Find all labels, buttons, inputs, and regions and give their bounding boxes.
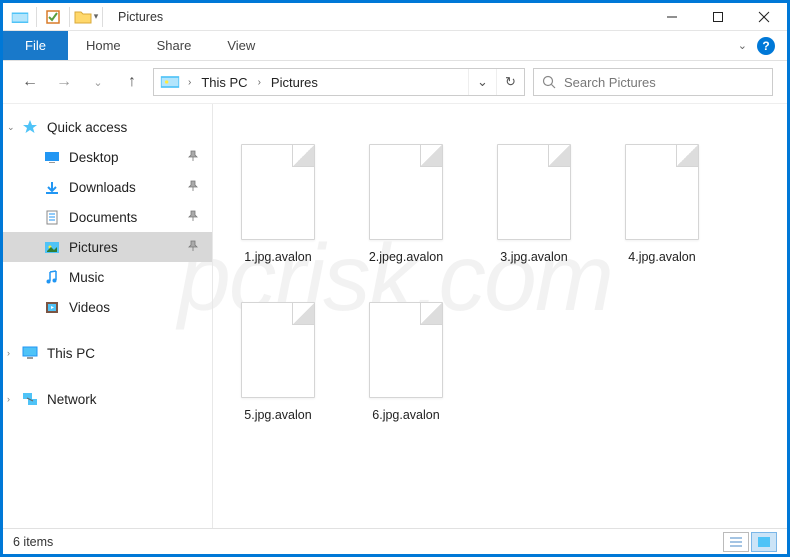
nav-recent-icon[interactable]: ⌄	[85, 69, 111, 95]
properties-icon[interactable]	[40, 4, 66, 30]
breadcrumb-this-pc[interactable]: This PC	[199, 75, 249, 90]
file-item[interactable]: 6.jpg.avalon	[349, 274, 463, 422]
file-name: 4.jpg.avalon	[628, 250, 695, 264]
app-icon[interactable]	[7, 4, 33, 30]
tab-view[interactable]: View	[209, 31, 273, 60]
file-name: 2.jpeg.avalon	[369, 250, 443, 264]
pictures-icon	[160, 74, 180, 90]
file-icon	[497, 144, 571, 240]
help-icon[interactable]: ?	[757, 37, 775, 55]
sidebar-item-pictures[interactable]: Pictures	[3, 232, 212, 262]
sidebar-item-label: Desktop	[69, 150, 119, 165]
pin-icon	[188, 150, 198, 165]
file-name: 5.jpg.avalon	[244, 408, 311, 422]
file-icon	[369, 302, 443, 398]
file-tab[interactable]: File	[3, 31, 68, 60]
close-button[interactable]	[741, 3, 787, 31]
file-icon	[625, 144, 699, 240]
address-box[interactable]: › This PC › Pictures ⌄ ↻	[153, 68, 525, 96]
sidebar-network[interactable]: › Network	[3, 384, 212, 414]
sidebar-this-pc[interactable]: › This PC	[3, 338, 212, 368]
search-icon	[542, 75, 556, 89]
quick-access-toolbar: ▾	[3, 4, 110, 30]
chevron-down-icon[interactable]: ⌄	[7, 122, 15, 133]
desktop-icon	[43, 149, 61, 165]
search-input[interactable]: Search Pictures	[533, 68, 773, 96]
item-count: 6 items	[13, 535, 53, 549]
network-icon	[21, 391, 39, 407]
chevron-right-icon[interactable]: ›	[7, 394, 10, 404]
refresh-icon[interactable]: ↻	[496, 69, 524, 95]
nav-forward-icon[interactable]: →	[51, 69, 77, 95]
file-item[interactable]: 4.jpg.avalon	[605, 116, 719, 264]
downloads-icon	[43, 179, 61, 195]
file-list[interactable]: 1.jpg.avalon 2.jpeg.avalon 3.jpg.avalon 4.j…	[213, 104, 787, 528]
sidebar-item-videos[interactable]: Videos	[3, 292, 212, 322]
pin-icon	[188, 210, 198, 225]
sidebar-item-desktop[interactable]: Desktop	[3, 142, 212, 172]
pc-icon	[21, 345, 39, 361]
chevron-right-icon[interactable]: ›	[7, 348, 10, 358]
pictures-icon	[43, 239, 61, 255]
nav-up-icon[interactable]: ↑	[119, 69, 145, 95]
maximize-button[interactable]	[695, 3, 741, 31]
navigation-pane: ⌄ Quick access Desktop Downloads Documents…	[3, 104, 213, 528]
file-item[interactable]: 2.jpeg.avalon	[349, 116, 463, 264]
sidebar-item-label: Downloads	[69, 180, 136, 195]
sidebar-item-label: Network	[47, 392, 97, 407]
sidebar-item-label: Videos	[69, 300, 110, 315]
window-title: Pictures	[118, 10, 163, 24]
file-item[interactable]: 3.jpg.avalon	[477, 116, 591, 264]
breadcrumb-pictures[interactable]: Pictures	[269, 75, 320, 90]
expand-ribbon-icon[interactable]: ⌄	[738, 39, 747, 52]
file-icon	[241, 302, 315, 398]
search-placeholder: Search Pictures	[564, 75, 656, 90]
sidebar-item-downloads[interactable]: Downloads	[3, 172, 212, 202]
minimize-button[interactable]	[649, 3, 695, 31]
chevron-right-icon[interactable]: ›	[184, 77, 195, 88]
address-bar: ← → ⌄ ↑ › This PC › Pictures ⌄ ↻ Search …	[3, 61, 787, 103]
file-name: 6.jpg.avalon	[372, 408, 439, 422]
videos-icon	[43, 299, 61, 315]
tab-home[interactable]: Home	[68, 31, 139, 60]
file-icon	[369, 144, 443, 240]
sidebar-quick-access[interactable]: ⌄ Quick access	[3, 112, 212, 142]
pin-icon	[188, 240, 198, 255]
nav-back-icon[interactable]: ←	[17, 69, 43, 95]
body: ⌄ Quick access Desktop Downloads Documents…	[3, 103, 787, 528]
sidebar-item-label: Pictures	[69, 240, 118, 255]
sidebar-item-label: This PC	[47, 346, 95, 361]
titlebar: ▾ Pictures	[3, 3, 787, 31]
sidebar-item-documents[interactable]: Documents	[3, 202, 212, 232]
icons-view-button[interactable]	[751, 532, 777, 552]
ribbon: File Home Share View ⌄ ?	[3, 31, 787, 61]
status-bar: 6 items	[3, 528, 787, 554]
file-name: 1.jpg.avalon	[244, 250, 311, 264]
sidebar-item-label: Music	[69, 270, 104, 285]
documents-icon	[43, 209, 61, 225]
sidebar-item-music[interactable]: Music	[3, 262, 212, 292]
file-item[interactable]: 5.jpg.avalon	[221, 274, 335, 422]
music-icon	[43, 269, 61, 285]
folder-icon[interactable]: ▾	[73, 4, 99, 30]
file-name: 3.jpg.avalon	[500, 250, 567, 264]
file-item[interactable]: 1.jpg.avalon	[221, 116, 335, 264]
window-controls	[649, 3, 787, 31]
file-icon	[241, 144, 315, 240]
sidebar-item-label: Quick access	[47, 120, 127, 135]
star-icon	[21, 119, 39, 135]
chevron-right-icon[interactable]: ›	[254, 77, 265, 88]
tab-share[interactable]: Share	[139, 31, 210, 60]
address-dropdown-icon[interactable]: ⌄	[468, 69, 496, 95]
pin-icon	[188, 180, 198, 195]
sidebar-item-label: Documents	[69, 210, 137, 225]
details-view-button[interactable]	[723, 532, 749, 552]
explorer-window: pcrisk.com ▾ Pictures	[3, 3, 787, 554]
